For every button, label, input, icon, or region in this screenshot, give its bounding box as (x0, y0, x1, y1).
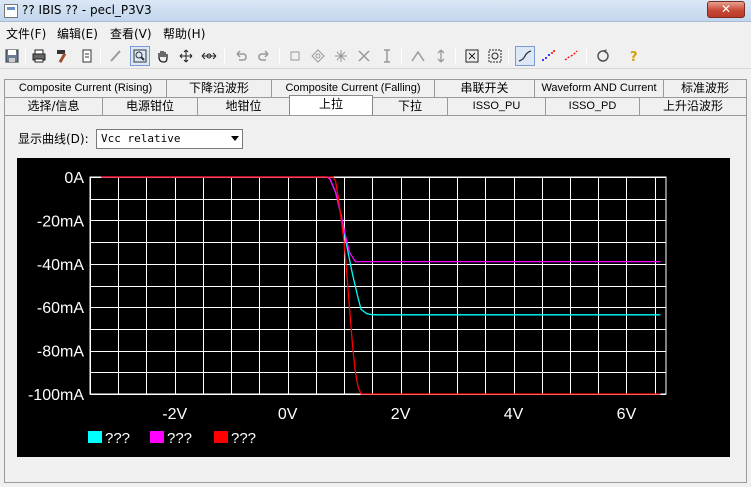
dots-icon[interactable] (538, 46, 558, 66)
menu-help[interactable]: 帮助(H) (163, 25, 205, 42)
svg-text:?: ? (630, 50, 638, 64)
tab-pullup[interactable]: 上拉 (289, 95, 373, 115)
y-tick-label: -80mA (37, 344, 84, 361)
app-icon (4, 4, 18, 18)
cross-icon[interactable] (354, 46, 374, 66)
undo-icon[interactable] (231, 46, 251, 66)
title-bar: ?? IBIS ?? - pecl_P3V3 ✕ (0, 0, 751, 22)
menu-view[interactable]: 查看(V) (110, 25, 152, 42)
y-tick-label: -20mA (37, 213, 84, 230)
legend-swatch (214, 431, 228, 443)
zoom-region-icon[interactable] (485, 46, 505, 66)
tab-isso-pu[interactable]: ISSO_PU (447, 97, 546, 115)
series-line (101, 176, 661, 395)
toolbar: ? (0, 43, 751, 69)
tab-waveform-and-current[interactable]: Waveform AND Current (534, 79, 664, 97)
dotted-line-icon[interactable] (561, 46, 581, 66)
rectangle-icon[interactable] (285, 46, 305, 66)
series-line (101, 176, 661, 263)
refresh-icon[interactable] (593, 46, 613, 66)
peak-icon[interactable] (408, 46, 428, 66)
hand-icon[interactable] (153, 46, 173, 66)
y-tick-label: 0A (64, 170, 84, 187)
tab-select-info[interactable]: 选择/信息 (4, 97, 103, 115)
diamond-icon[interactable] (308, 46, 328, 66)
display-curve-value: Vcc relative (101, 132, 181, 145)
x-tick-label: -2V (162, 406, 187, 423)
tab-falling-waveform[interactable]: 下降沿波形 (166, 79, 272, 97)
expand-icon[interactable] (199, 46, 219, 66)
x-tick-label: 6V (617, 406, 637, 423)
tab-ground-clamp[interactable]: 地钳位 (197, 97, 290, 115)
document-icon[interactable] (77, 46, 97, 66)
series-line (101, 176, 661, 316)
tab-rising-waveform[interactable]: 上升沿波形 (639, 97, 747, 115)
display-curve-select[interactable]: Vcc relative (96, 129, 243, 149)
x-tick-label: 4V (504, 406, 524, 423)
zoom-icon[interactable] (130, 46, 150, 66)
chart-area[interactable]: 0A -20mA -40mA -60mA -80mA -100mA -2V 0V 2V 4V 6V?… (17, 158, 730, 457)
tab-standard-waveform[interactable]: 标准波形 (663, 79, 747, 97)
y-tick-label: -60mA (37, 300, 84, 317)
plot-frame (89, 176, 667, 395)
legend-label: ??? (167, 430, 192, 447)
tab-series-switch[interactable]: 串联开关 (434, 79, 535, 97)
hammer-icon[interactable] (53, 46, 73, 66)
x-tick-label: 0V (278, 406, 298, 423)
tab-composite-current-rising[interactable]: Composite Current (Rising) (4, 79, 167, 97)
close-button[interactable]: ✕ (707, 1, 745, 18)
legend-label: ??? (105, 430, 130, 447)
tab-pulldown[interactable]: 下拉 (372, 97, 448, 115)
star-icon[interactable] (331, 46, 351, 66)
legend-swatch (88, 431, 102, 443)
vertical-arrows-icon[interactable] (431, 46, 451, 66)
help-icon[interactable]: ? (623, 46, 643, 66)
menu-file[interactable]: 文件(F) (6, 25, 46, 42)
ibeam-icon[interactable] (377, 46, 397, 66)
x-tick-label: 2V (391, 406, 411, 423)
pencil-icon[interactable] (106, 46, 126, 66)
save-icon[interactable] (2, 46, 22, 66)
display-curve-label: 显示曲线(D): (18, 132, 89, 146)
legend-label: ??? (231, 430, 256, 447)
window-title: ?? IBIS ?? - pecl_P3V3 (22, 3, 152, 17)
print-icon[interactable] (29, 46, 49, 66)
curve-icon[interactable] (515, 46, 535, 66)
chart-svg: 0A -20mA -40mA -60mA -80mA -100mA -2V 0V 2V 4V 6V?… (28, 170, 667, 447)
fit-icon[interactable] (462, 46, 482, 66)
tab-isso-pd[interactable]: ISSO_PD (545, 97, 640, 115)
y-tick-label: -40mA (37, 257, 84, 274)
redo-icon[interactable] (254, 46, 274, 66)
menu-edit[interactable]: 编辑(E) (57, 25, 98, 42)
legend-swatch (150, 431, 164, 443)
y-tick-label: -100mA (28, 387, 84, 404)
tab-power-clamp[interactable]: 电源钳位 (102, 97, 198, 115)
chevron-down-icon[interactable] (231, 136, 239, 141)
menu-bar: 文件(F) 编辑(E) 查看(V) 帮助(H) (0, 23, 751, 42)
move-icon[interactable] (176, 46, 196, 66)
